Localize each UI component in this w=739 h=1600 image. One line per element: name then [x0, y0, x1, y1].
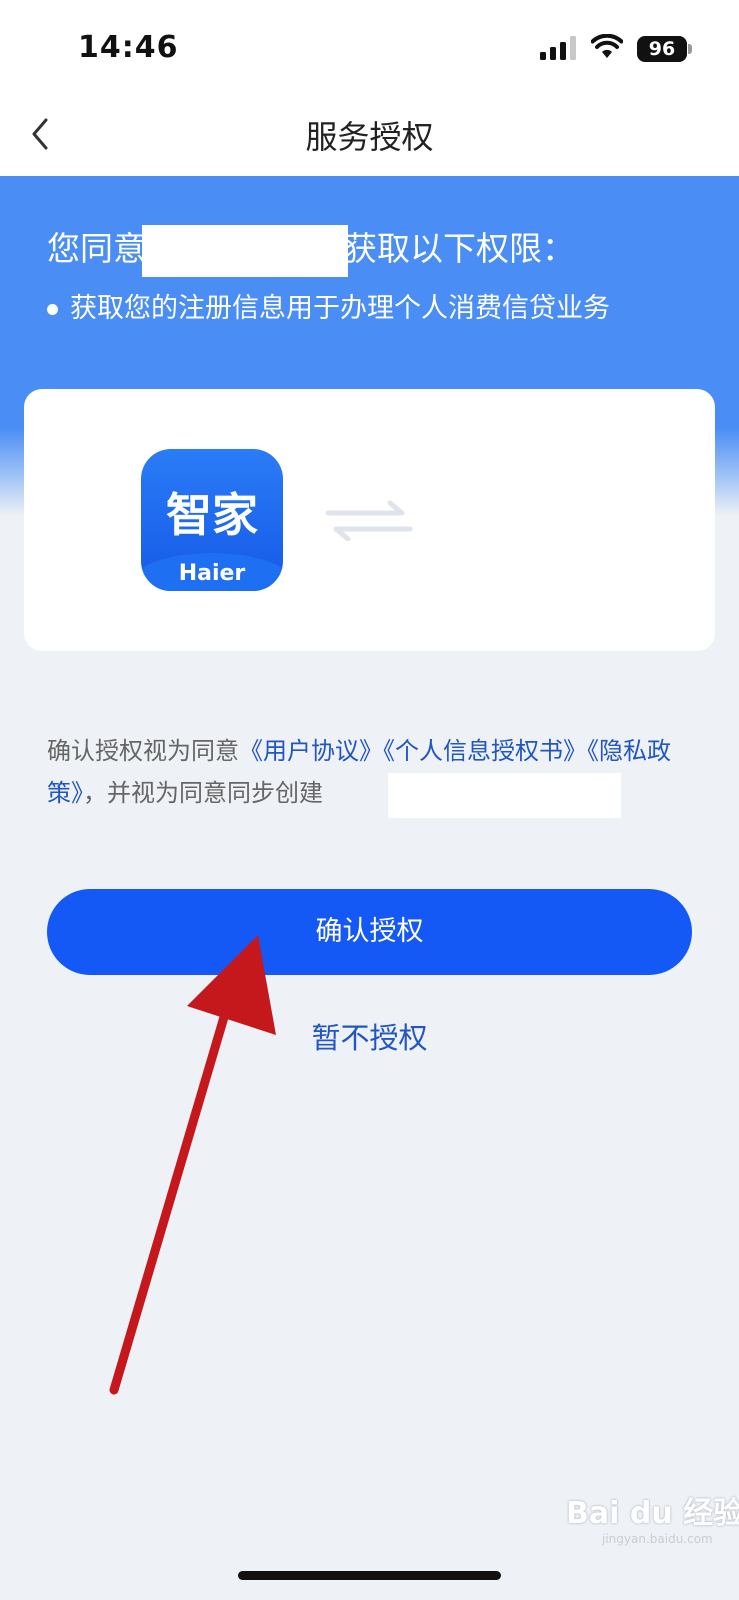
permission-item: 获取您的注册信息用于办理个人消费信贷业务: [47, 286, 610, 325]
page-title: 服务授权: [305, 118, 434, 156]
nav-bar: 服务授权: [0, 96, 739, 176]
haier-app-icon: 智家 Haier: [141, 449, 283, 591]
status-bar: 14:46 96: [0, 0, 739, 96]
exchange-arrows-icon: [325, 500, 413, 541]
baidu-watermark: Bai du 经验: [566, 1496, 739, 1531]
redacted-mask-agreement: [388, 773, 621, 818]
baidu-watermark-url: jingyan.baidu.com: [602, 1532, 713, 1546]
personal-info-authorization-link[interactable]: 《个人信息授权书》: [383, 737, 587, 765]
battery-cap: [688, 44, 692, 54]
agreement-suffix: ，并视为同意同步创建: [83, 779, 323, 807]
battery-icon: 96: [637, 36, 687, 62]
permission-title-suffix: 获取以下权限：: [344, 229, 575, 268]
wifi-icon: [591, 34, 623, 58]
confirm-authorization-button[interactable]: 确认授权: [47, 889, 692, 975]
decline-authorization-link[interactable]: 暂不授权: [0, 1015, 739, 1057]
battery-level: 96: [648, 38, 676, 60]
redacted-mask: [142, 224, 348, 277]
agreement-prefix: 确认授权视为同意: [47, 737, 239, 765]
permission-title: 您同意 获取以下权限：: [47, 222, 575, 277]
permission-item-text: 获取您的注册信息用于办理个人消费信贷业务: [70, 293, 610, 324]
app-connection-card: 智家 Haier: [24, 389, 715, 651]
user-agreement-link[interactable]: 《用户协议》: [239, 737, 383, 765]
home-indicator[interactable]: [238, 1571, 501, 1580]
app-icon-brand: Haier: [178, 561, 246, 586]
bullet-dot: [47, 304, 58, 315]
permission-title-prefix: 您同意: [47, 229, 146, 268]
cellular-signal-icon: [540, 36, 576, 60]
status-time: 14:46: [78, 30, 179, 65]
app-icon-chars: 智家: [166, 488, 258, 542]
